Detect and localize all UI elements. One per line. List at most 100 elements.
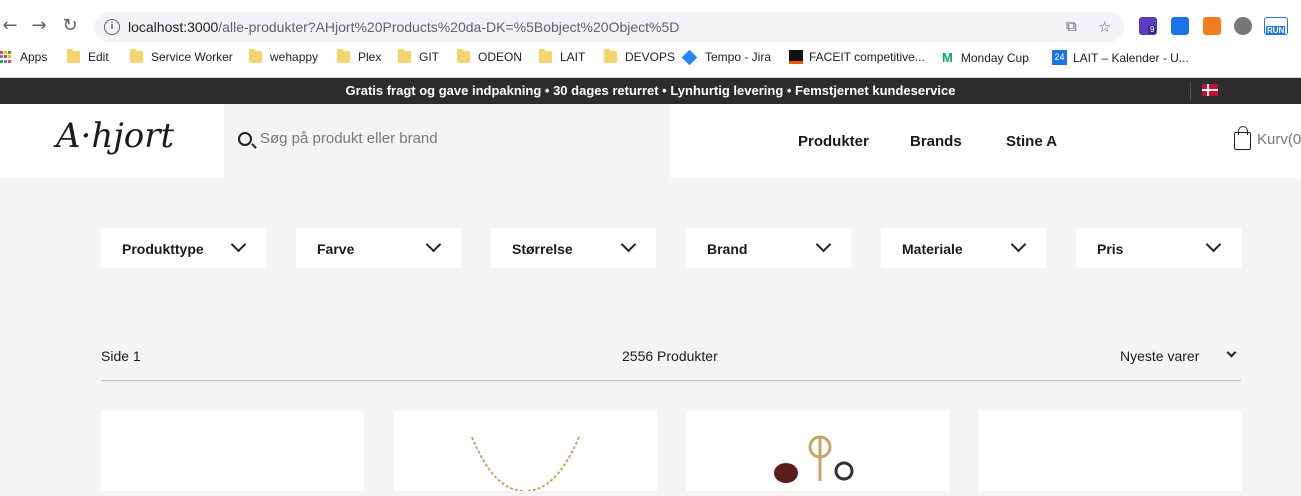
chevron-down-icon	[1205, 236, 1222, 253]
monday-icon: M	[942, 50, 953, 65]
search-bar[interactable]	[224, 104, 670, 178]
promo-text: Gratis fragt og gave indpakning • 30 dag…	[345, 83, 956, 98]
filter-label: Produkttype	[122, 241, 204, 257]
bookmark-star-icon[interactable]: ☆	[1098, 18, 1111, 36]
reload-icon[interactable]: ↻	[60, 16, 80, 36]
back-icon[interactable]: ←	[0, 16, 20, 36]
folder-icon	[604, 49, 617, 63]
url-host: localhost:3000	[128, 19, 219, 35]
bookmark-edit[interactable]: Edit	[67, 49, 109, 64]
bookmark-label: Tempo - Jira	[705, 50, 772, 64]
promo-divider	[1190, 82, 1191, 100]
filter-farve[interactable]: Farve	[296, 228, 461, 268]
bookmark-service-worker[interactable]: Service Worker	[130, 49, 233, 64]
bookmark-apps[interactable]: Apps	[0, 50, 47, 64]
url-path: /alle-produkter?AHjort%20Products%20da-D…	[218, 19, 680, 35]
site-info-icon[interactable]: i	[104, 19, 120, 35]
faceit-icon	[789, 50, 803, 64]
url-text[interactable]: localhost:3000/alle-produkter?AHjort%20P…	[128, 19, 679, 35]
bookmark-label: LAIT – Kalender - U...	[1073, 50, 1189, 65]
jewelry-image	[774, 435, 854, 483]
filter-pris[interactable]: Pris	[1076, 228, 1241, 268]
nav-stine-a[interactable]: Stine A	[1006, 133, 1057, 150]
folder-icon	[398, 49, 411, 63]
filter-stoerrelse[interactable]: Størrelse	[491, 228, 656, 268]
folder-icon	[337, 49, 350, 63]
folder-icon	[539, 49, 552, 63]
filter-label: Størrelse	[512, 241, 573, 257]
shopping-bag-icon	[1234, 126, 1251, 150]
run-extension-icon[interactable]: RUN	[1264, 17, 1288, 35]
google-extension-icon[interactable]	[1171, 17, 1189, 35]
bookmark-label: ODEON	[478, 50, 523, 64]
filter-label: Pris	[1097, 241, 1124, 257]
folder-icon	[457, 49, 470, 63]
jira-icon	[681, 49, 698, 65]
search-input[interactable]	[260, 130, 640, 147]
extension-badge: 9	[1148, 25, 1157, 34]
site-logo[interactable]: A·hjort	[56, 116, 174, 156]
bookmark-label: Service Worker	[151, 50, 233, 64]
results-bar: Side 1 2556 Produkter Nyeste varer	[101, 346, 1241, 381]
folder-icon	[67, 49, 80, 63]
bookmark-label: Edit	[88, 50, 109, 64]
bookmark-lait[interactable]: LAIT	[539, 49, 586, 64]
browser-chrome: ← → ↻ i localhost:3000/alle-produkter?AH…	[0, 0, 1301, 78]
page-indicator: Side 1	[101, 348, 141, 364]
address-bar[interactable]: i localhost:3000/alle-produkter?AHjort%2…	[94, 12, 1124, 42]
calendar-icon: 24	[1052, 50, 1067, 65]
chevron-down-icon[interactable]	[1226, 347, 1237, 358]
bookmark-devops[interactable]: DEVOPS	[604, 49, 676, 64]
nav-produkter[interactable]: Produkter	[798, 133, 869, 150]
bookmark-tempo-jira[interactable]: Tempo - Jira	[681, 49, 772, 65]
chevron-down-icon	[815, 236, 832, 253]
folder-icon	[130, 49, 143, 63]
danish-flag-icon[interactable]	[1202, 84, 1218, 96]
folder-icon	[249, 49, 262, 63]
bookmark-git[interactable]: GIT	[398, 49, 439, 64]
bookmark-label: LAIT	[560, 50, 586, 64]
forward-icon[interactable]: →	[29, 16, 49, 36]
run-extension-label: RUN	[1266, 26, 1286, 35]
gear-extension-icon[interactable]	[1234, 17, 1252, 35]
product-count: 2556 Produkter	[622, 348, 718, 364]
bookmark-label: DEVOPS	[625, 50, 676, 64]
filter-label: Farve	[317, 241, 355, 257]
bookmark-faceit[interactable]: FACEIT competitive...	[789, 50, 925, 64]
lock-extension-icon[interactable]	[1203, 17, 1221, 35]
product-card[interactable]	[101, 411, 364, 491]
chevron-down-icon	[620, 236, 637, 253]
search-icon	[238, 132, 252, 146]
site-header: A·hjort Produkter Brands Stine A Kurv(0	[0, 104, 1301, 178]
bookmark-label: Plex	[358, 50, 382, 64]
product-card[interactable]	[686, 411, 949, 491]
filter-materiale[interactable]: Materiale	[881, 228, 1046, 268]
chevron-down-icon	[425, 236, 442, 253]
bookmark-label: Apps	[20, 50, 48, 64]
necklace-image	[471, 436, 580, 492]
bookmarks-bar: Apps Edit Service Worker wehappy Plex GI…	[0, 48, 1301, 70]
sort-select[interactable]: Nyeste varer	[1120, 348, 1199, 364]
chevron-down-icon	[1010, 236, 1027, 253]
bookmark-monday-cup[interactable]: M Monday Cup	[942, 50, 1029, 65]
bookmark-wehappy[interactable]: wehappy	[249, 49, 319, 64]
bookmark-odeon[interactable]: ODEON	[457, 49, 523, 64]
bookmark-plex[interactable]: Plex	[337, 49, 382, 64]
nav-brands[interactable]: Brands	[910, 133, 962, 150]
translate-icon[interactable]: ⧉	[1066, 18, 1077, 35]
bookmark-label: wehappy	[270, 50, 319, 64]
filter-label: Materiale	[902, 241, 963, 257]
chevron-down-icon	[230, 236, 247, 253]
apps-grid-icon	[0, 51, 12, 63]
promo-bar: Gratis fragt og gave indpakning • 30 dag…	[0, 78, 1301, 104]
filter-brand[interactable]: Brand	[686, 228, 851, 268]
bookmark-label: FACEIT competitive...	[809, 50, 925, 64]
filter-produkttype[interactable]: Produkttype	[101, 228, 266, 268]
cart-button[interactable]: Kurv(0	[1234, 126, 1301, 150]
cart-label: Kurv(0	[1257, 130, 1301, 148]
bookmark-label: GIT	[419, 50, 439, 64]
bookmark-lait-kalender[interactable]: 24 LAIT – Kalender - U...	[1052, 50, 1189, 65]
product-card[interactable]	[979, 411, 1242, 491]
extension-icon[interactable]: 9	[1139, 17, 1157, 35]
product-card[interactable]	[394, 411, 657, 492]
